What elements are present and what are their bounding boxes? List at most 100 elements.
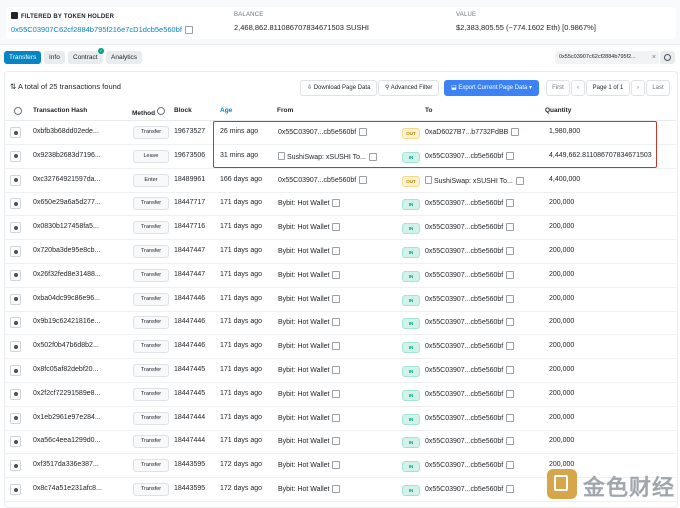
copy-icon[interactable] bbox=[332, 223, 341, 232]
copy-icon[interactable] bbox=[506, 366, 515, 374]
copy-icon[interactable] bbox=[506, 485, 515, 493]
from-address[interactable]: Bybit: Hot Wallet bbox=[278, 247, 341, 255]
eye-icon[interactable] bbox=[10, 317, 21, 329]
copy-icon[interactable] bbox=[506, 199, 515, 208]
copy-icon[interactable] bbox=[332, 294, 341, 303]
from-address[interactable]: Bybit: Hot Wallet bbox=[278, 437, 341, 446]
tx-hash-link[interactable]: 0x9238b2683d7196... bbox=[33, 152, 101, 159]
eye-icon[interactable] bbox=[10, 388, 21, 400]
tx-hash-link[interactable]: 0x1eb2961e97e284... bbox=[33, 414, 101, 421]
from-address[interactable]: Bybit: Hot Wallet bbox=[278, 461, 341, 470]
eye-icon[interactable] bbox=[10, 174, 21, 186]
block-link[interactable]: 19673506 bbox=[174, 152, 205, 159]
block-link[interactable]: 18447444 bbox=[174, 414, 205, 421]
prev-page-button[interactable]: ‹ bbox=[571, 80, 585, 96]
from-address[interactable]: Bybit: Hot Wallet bbox=[278, 318, 341, 327]
tx-hash-link[interactable]: 0x2f2cf72291589e8... bbox=[33, 390, 100, 397]
copy-icon[interactable] bbox=[332, 461, 341, 470]
eye-icon[interactable] bbox=[10, 198, 21, 210]
close-icon[interactable]: × bbox=[652, 51, 656, 64]
tx-hash-link[interactable]: 0x8c74a51e231afc8... bbox=[33, 485, 102, 492]
eye-icon[interactable] bbox=[10, 222, 21, 234]
eye-icon[interactable] bbox=[10, 293, 21, 305]
tx-hash-link[interactable]: 0x502f0b47b6d8b2... bbox=[33, 342, 99, 349]
search-button[interactable] bbox=[660, 51, 675, 64]
to-address[interactable]: SushiSwap: xSUSHI To... bbox=[425, 175, 524, 185]
block-link[interactable]: 18447446 bbox=[174, 295, 205, 302]
tx-hash-link[interactable]: 0x0830b127458fa5... bbox=[33, 223, 99, 230]
tx-hash-link[interactable]: 0x650e29a6a5d277... bbox=[33, 199, 101, 206]
tab-info[interactable]: Info bbox=[44, 51, 65, 64]
block-link[interactable]: 19673527 bbox=[174, 128, 205, 135]
first-page-button[interactable]: First bbox=[546, 80, 570, 96]
block-link[interactable]: 18489961 bbox=[174, 176, 205, 183]
copy-icon[interactable] bbox=[506, 342, 515, 351]
copy-icon[interactable] bbox=[332, 437, 341, 446]
tab-transfers[interactable]: Transfers bbox=[4, 51, 42, 64]
from-address[interactable]: Bybit: Hot Wallet bbox=[278, 366, 341, 374]
block-link[interactable]: 18447716 bbox=[174, 223, 205, 230]
copy-icon[interactable] bbox=[332, 247, 341, 255]
from-address[interactable]: Bybit: Hot Wallet bbox=[278, 342, 341, 351]
tab-analytics[interactable]: Analytics bbox=[106, 51, 143, 64]
holder-address-link[interactable]: 0x55C03907C62cf2884b795f216e7cD1dcb5e560… bbox=[11, 25, 182, 34]
copy-icon[interactable] bbox=[506, 294, 515, 303]
from-address[interactable]: Bybit: Hot Wallet bbox=[278, 270, 341, 279]
copy-icon[interactable] bbox=[332, 389, 341, 398]
eye-icon[interactable] bbox=[10, 365, 21, 376]
export-button[interactable]: ⬓ Export Current Page Data ▾ bbox=[444, 80, 540, 96]
from-address[interactable]: Bybit: Hot Wallet bbox=[278, 223, 341, 232]
copy-icon[interactable] bbox=[332, 485, 341, 493]
from-address[interactable]: Bybit: Hot Wallet bbox=[278, 199, 341, 208]
address-filter-chip[interactable]: 0x55c03907c62cf2884b795f2... × bbox=[555, 51, 659, 64]
from-address[interactable]: Bybit: Hot Wallet bbox=[278, 389, 341, 398]
download-button[interactable]: ⇩ Download Page Data bbox=[300, 80, 378, 96]
tx-hash-link[interactable]: 0xc32764921597da... bbox=[33, 176, 100, 183]
next-page-button[interactable]: › bbox=[631, 80, 645, 96]
block-link[interactable]: 18447446 bbox=[174, 318, 205, 325]
copy-icon[interactable] bbox=[332, 342, 341, 351]
copy-icon[interactable] bbox=[332, 318, 341, 327]
tx-hash-link[interactable]: 0xf3517da336e387... bbox=[33, 461, 99, 468]
copy-icon[interactable] bbox=[332, 366, 341, 374]
copy-icon[interactable] bbox=[506, 437, 515, 446]
copy-icon[interactable] bbox=[506, 270, 515, 279]
eye-icon[interactable] bbox=[10, 127, 21, 138]
advanced-filter-button[interactable]: ⚲ Advanced Filter bbox=[378, 80, 440, 96]
block-link[interactable]: 18447446 bbox=[174, 342, 205, 349]
tx-hash-link[interactable]: 0x26f32fed8e31488... bbox=[33, 271, 101, 278]
copy-icon[interactable] bbox=[184, 26, 193, 35]
block-link[interactable]: 18447445 bbox=[174, 366, 205, 373]
copy-icon[interactable] bbox=[506, 461, 515, 470]
eye-icon[interactable] bbox=[10, 460, 21, 472]
block-link[interactable]: 18443595 bbox=[174, 461, 205, 468]
tx-hash-link[interactable]: 0x9b19c62421816e... bbox=[33, 318, 100, 325]
copy-icon[interactable] bbox=[515, 176, 524, 185]
last-page-button[interactable]: Last bbox=[646, 80, 670, 96]
block-link[interactable]: 18447447 bbox=[174, 247, 205, 254]
eye-icon[interactable] bbox=[10, 246, 21, 257]
tx-hash-link[interactable]: 0x720ba3de95e8cb... bbox=[33, 247, 100, 254]
col-age[interactable]: Age bbox=[220, 107, 232, 114]
block-link[interactable]: 18443595 bbox=[174, 485, 205, 492]
eye-icon[interactable] bbox=[10, 484, 21, 495]
from-address[interactable]: Bybit: Hot Wallet bbox=[278, 485, 341, 493]
block-link[interactable]: 18447444 bbox=[174, 437, 205, 444]
copy-icon[interactable] bbox=[506, 389, 515, 398]
block-link[interactable]: 18447717 bbox=[174, 199, 205, 206]
copy-icon[interactable] bbox=[359, 175, 368, 184]
tx-hash-link[interactable]: 0xa56c4eea1299d0... bbox=[33, 437, 100, 444]
tx-hash-link[interactable]: 0xbfb3b68dd02ede... bbox=[33, 128, 99, 135]
copy-icon[interactable] bbox=[506, 247, 515, 255]
copy-icon[interactable] bbox=[506, 413, 515, 422]
tx-hash-link[interactable]: 0x8fc05af82debf20... bbox=[33, 366, 98, 373]
from-address[interactable]: Bybit: Hot Wallet bbox=[278, 294, 341, 303]
copy-icon[interactable] bbox=[332, 199, 341, 208]
block-link[interactable]: 18447445 bbox=[174, 390, 205, 397]
copy-icon[interactable] bbox=[332, 270, 341, 279]
from-address[interactable]: Bybit: Hot Wallet bbox=[278, 413, 341, 422]
eye-icon[interactable] bbox=[10, 150, 21, 162]
copy-icon[interactable] bbox=[506, 223, 515, 232]
eye-icon[interactable] bbox=[10, 269, 21, 281]
tab-contract[interactable]: Contract bbox=[68, 51, 103, 64]
